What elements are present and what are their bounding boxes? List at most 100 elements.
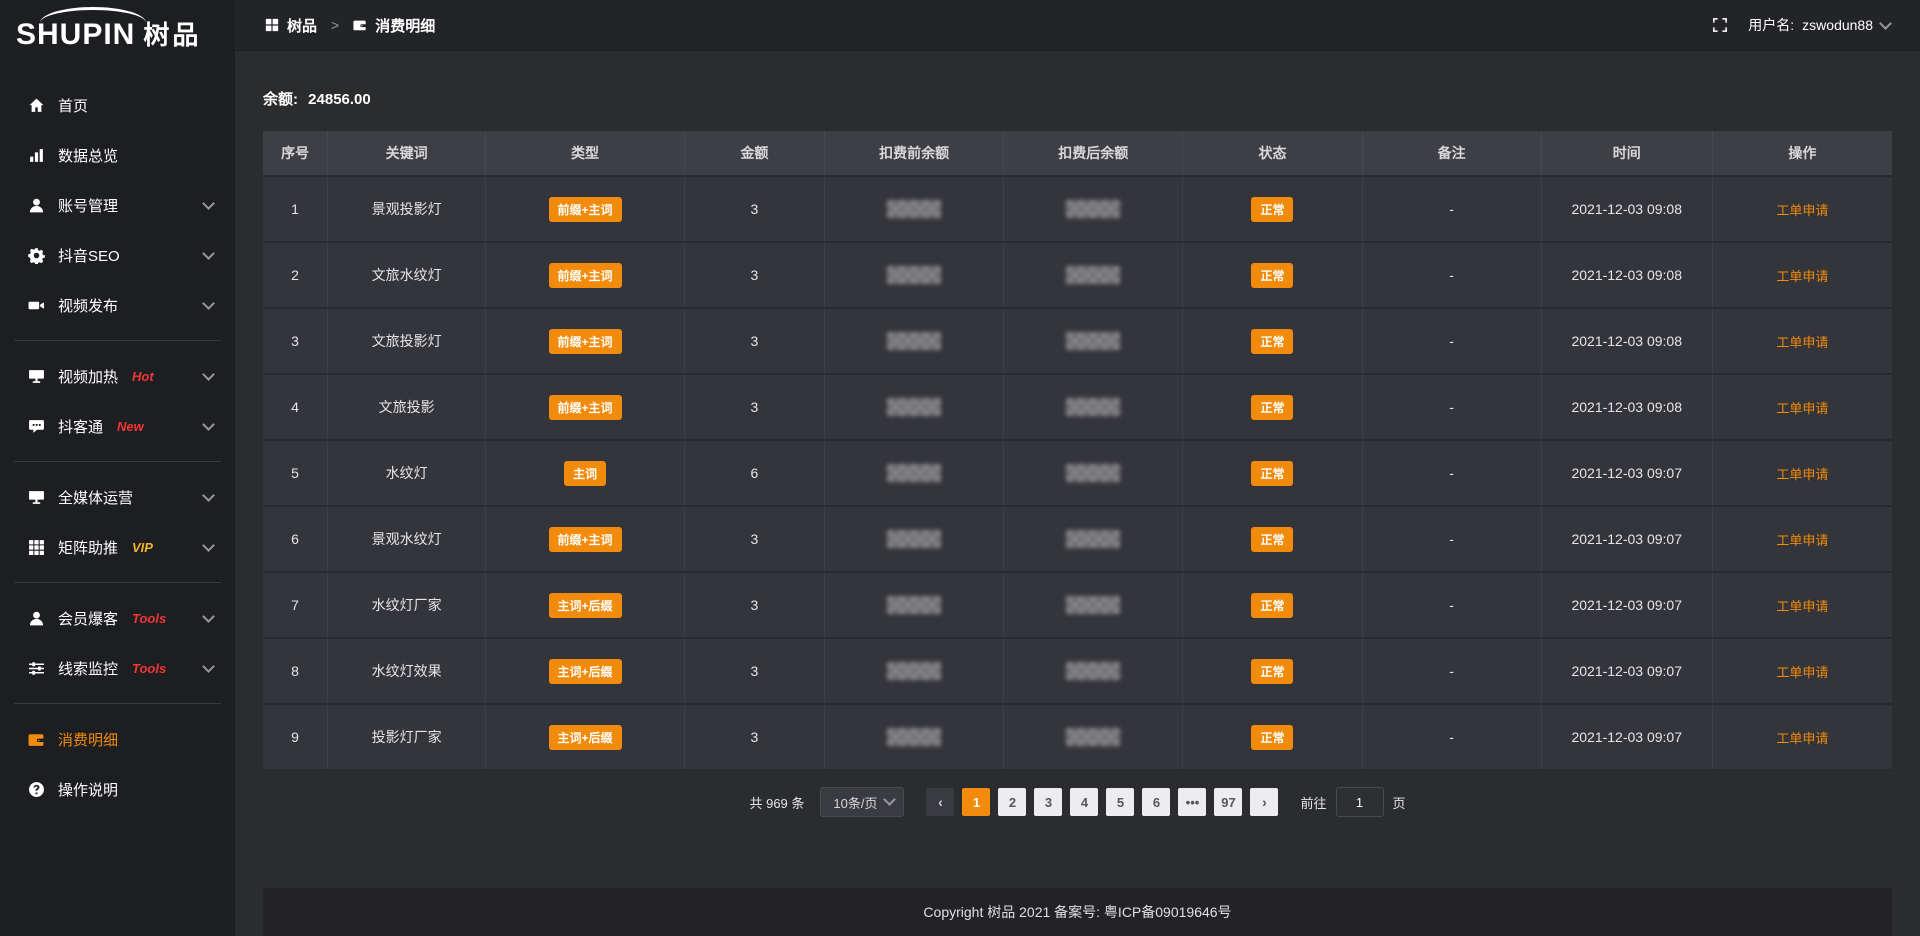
cell-action: 工单申请	[1713, 243, 1892, 307]
work-order-link[interactable]: 工单申请	[1776, 662, 1828, 681]
redacted-value	[887, 662, 941, 680]
status-badge: 正常	[1251, 527, 1293, 552]
sidebar-item-account-manage[interactable]: 账号管理	[0, 180, 235, 230]
goto-label: 前往	[1300, 793, 1326, 812]
cell-remark: -	[1363, 375, 1542, 439]
sidebar-divider	[14, 582, 221, 583]
cell-remark: -	[1363, 507, 1542, 571]
page-button-4[interactable]: 4	[1070, 788, 1098, 816]
cell-time: 2021-12-03 09:08	[1542, 243, 1713, 307]
page-footer: Copyright 树品 2021 备案号: 粤ICP备09019646号	[263, 888, 1892, 936]
cell-balance-before	[825, 639, 1004, 703]
cell-keyword: 文旅水纹灯	[328, 243, 486, 307]
page-button-2[interactable]: 2	[998, 788, 1026, 816]
cell-keyword: 文旅投影	[328, 375, 486, 439]
main-column: 树品 > 消费明细 用户名: zswodun88 余额: 24856.00 序号…	[235, 0, 1920, 936]
sidebar-item-all-media[interactable]: 全媒体运营	[0, 472, 235, 522]
page-button-3[interactable]: 3	[1034, 788, 1062, 816]
column-header: 类型	[486, 131, 685, 175]
copyright-text: Copyright 树品 2021 备案号: 粤ICP备09019646号	[923, 902, 1231, 922]
username-label: 用户名:	[1748, 15, 1794, 35]
chevron-down-icon	[202, 610, 215, 623]
cell-no: 4	[263, 375, 328, 439]
cell-type: 主词+后缀	[486, 573, 685, 637]
column-header: 序号	[263, 131, 328, 175]
redacted-value	[1066, 464, 1120, 482]
sidebar-item-label: 首页	[58, 95, 88, 116]
work-order-link[interactable]: 工单申请	[1776, 464, 1828, 483]
work-order-link[interactable]: 工单申请	[1776, 728, 1828, 747]
column-header: 备注	[1363, 131, 1542, 175]
work-order-link[interactable]: 工单申请	[1776, 530, 1828, 549]
fullscreen-icon[interactable]	[1712, 17, 1728, 33]
work-order-link[interactable]: 工单申请	[1776, 266, 1828, 285]
goto-page: 前往 页	[1300, 787, 1405, 817]
type-badge: 前缀+主词	[549, 263, 622, 288]
sidebar-item-home[interactable]: 首页	[0, 80, 235, 130]
chat-icon	[28, 418, 45, 435]
cell-remark: -	[1363, 705, 1542, 769]
column-header: 关键词	[328, 131, 486, 175]
sidebar-item-douyin-seo[interactable]: 抖音SEO	[0, 230, 235, 280]
goto-page-input[interactable]	[1336, 787, 1384, 817]
cell-keyword: 景观水纹灯	[328, 507, 486, 571]
redacted-value	[1066, 596, 1120, 614]
cell-amount: 3	[685, 639, 825, 703]
cell-type: 前缀+主词	[486, 243, 685, 307]
chevron-down-icon	[202, 297, 215, 310]
status-badge: 正常	[1251, 659, 1293, 684]
cell-balance-after	[1004, 243, 1183, 307]
balance-summary: 余额: 24856.00	[263, 88, 1892, 109]
cell-status: 正常	[1183, 375, 1362, 439]
table-header-row: 序号关键词类型金额扣费前余额扣费后余额状态备注时间操作	[263, 131, 1892, 177]
sidebar-item-douketong[interactable]: 抖客通New	[0, 401, 235, 451]
sidebar-item-video-publish[interactable]: 视频发布	[0, 280, 235, 330]
page-button-1[interactable]: 1	[962, 788, 990, 816]
column-header: 时间	[1542, 131, 1713, 175]
page-button-97[interactable]: 97	[1214, 788, 1242, 816]
cell-action: 工单申请	[1713, 441, 1892, 505]
redacted-value	[887, 200, 941, 218]
sidebar-item-video-heat[interactable]: 视频加热Hot	[0, 351, 235, 401]
chevron-down-icon	[202, 368, 215, 381]
sidebar-item-matrix-boost[interactable]: 矩阵助推VIP	[0, 522, 235, 572]
cell-time: 2021-12-03 09:08	[1542, 309, 1713, 373]
sidebar-item-badge: Hot	[132, 369, 154, 384]
cell-balance-after	[1004, 507, 1183, 571]
breadcrumb: 树品 > 消费明细	[265, 15, 435, 36]
sidebar-item-consume-detail[interactable]: 消费明细	[0, 714, 235, 764]
work-order-link[interactable]: 工单申请	[1776, 332, 1828, 351]
status-badge: 正常	[1251, 461, 1293, 486]
sidebar-item-member-baoke[interactable]: 会员爆客Tools	[0, 593, 235, 643]
prev-page-button[interactable]: ‹	[926, 788, 954, 816]
cell-keyword: 水纹灯	[328, 441, 486, 505]
chevron-down-icon	[202, 539, 215, 552]
page-button-6[interactable]: 6	[1142, 788, 1170, 816]
sidebar-item-lead-monitor[interactable]: 线索监控Tools	[0, 643, 235, 693]
breadcrumb-item-home[interactable]: 树品	[287, 15, 317, 36]
sidebar-item-badge: New	[117, 419, 144, 434]
home-icon	[28, 97, 45, 114]
table-body: 1 景观投影灯 前缀+主词 3 正常 - 2021-12-03 09:08 工单…	[263, 177, 1892, 771]
work-order-link[interactable]: 工单申请	[1776, 596, 1828, 615]
logo-text-en: SHUPIN	[16, 20, 135, 50]
cell-no: 1	[263, 177, 328, 241]
cell-status: 正常	[1183, 177, 1362, 241]
pagination: 共 969 条 10条/页 ‹ 123456•••97 › 前往 页	[263, 787, 1892, 817]
cell-balance-after	[1004, 309, 1183, 373]
chevron-down-icon	[202, 660, 215, 673]
page-button-5[interactable]: 5	[1106, 788, 1134, 816]
cell-type: 前缀+主词	[486, 309, 685, 373]
work-order-link[interactable]: 工单申请	[1776, 398, 1828, 417]
user-menu[interactable]: 用户名: zswodun88	[1748, 15, 1890, 35]
page-size-select[interactable]: 10条/页	[820, 787, 904, 817]
table-row: 4 文旅投影 前缀+主词 3 正常 - 2021-12-03 09:08 工单申…	[263, 375, 1892, 441]
cell-amount: 6	[685, 441, 825, 505]
sidebar-item-operation-guide[interactable]: 操作说明	[0, 764, 235, 814]
cell-action: 工单申请	[1713, 375, 1892, 439]
sidebar-item-data-overview[interactable]: 数据总览	[0, 130, 235, 180]
work-order-link[interactable]: 工单申请	[1776, 200, 1828, 219]
type-badge: 主词+后缀	[549, 725, 622, 750]
page-button-ellipsis[interactable]: •••	[1178, 788, 1206, 816]
next-page-button[interactable]: ›	[1250, 788, 1278, 816]
